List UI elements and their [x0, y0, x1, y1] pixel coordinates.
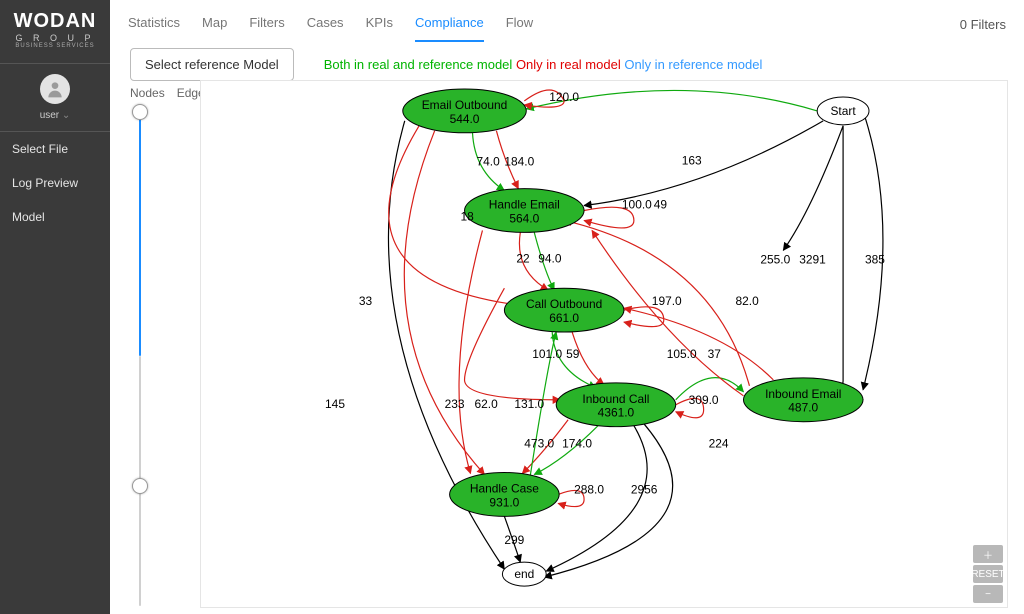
zoom-out-button[interactable]: − — [973, 585, 1003, 603]
process-graph: Start Email Outbound544.0 Handle Email564.… — [201, 81, 1007, 607]
graph-canvas[interactable]: Start Email Outbound544.0 Handle Email564.… — [200, 80, 1008, 608]
tab-filters[interactable]: Filters — [249, 15, 284, 42]
graph-edge — [863, 111, 883, 390]
graph-node-label: end — [514, 567, 534, 581]
tab-compliance[interactable]: Compliance — [415, 15, 484, 42]
graph-node-label: Handle Email — [489, 198, 560, 212]
sidebar-item-log-preview[interactable]: Log Preview — [0, 166, 110, 200]
graph-edge-label: 131.0 — [514, 397, 544, 411]
select-reference-model-button[interactable]: Select reference Model — [130, 48, 294, 81]
graph-node-value: 661.0 — [549, 311, 579, 325]
tab-cases[interactable]: Cases — [307, 15, 344, 42]
graph-node-value: 544.0 — [450, 112, 480, 126]
zoom-reset-button[interactable]: RESET — [973, 565, 1003, 583]
graph-edge-label: 59 — [566, 347, 580, 361]
legend-both: Both in real and reference model — [324, 57, 513, 72]
graph-edge — [823, 126, 863, 400]
brand-sub: G R O U P — [6, 33, 104, 43]
tab-map[interactable]: Map — [202, 15, 227, 42]
graph-node-value: 931.0 — [489, 495, 519, 509]
tool-row: Select reference Model Both in real and … — [130, 48, 1008, 81]
graph-edge-label: 197.0 — [652, 294, 682, 308]
zoom-in-button[interactable]: ＋ — [973, 545, 1003, 563]
graph-edge — [459, 230, 482, 473]
graph-edge-label: 233 — [445, 397, 465, 411]
brand-logo: WODAN G R O U P BUSINESS SERVICES — [0, 0, 110, 63]
brand-name: WODAN — [6, 10, 104, 33]
graph-edge-label: 3291 — [799, 252, 826, 266]
slider-panel: Nodes Edges 0.109 — [130, 86, 194, 606]
topbar: Statistics Map Filters Cases KPIs Compli… — [110, 0, 1024, 42]
tab-statistics[interactable]: Statistics — [128, 15, 180, 42]
graph-edge — [404, 131, 484, 475]
graph-edge-label: 82.0 — [736, 294, 760, 308]
sidebar-item-model[interactable]: Model — [0, 200, 110, 234]
avatar-username: user — [40, 110, 71, 121]
legend-real: Only in real model — [516, 57, 621, 72]
zoom-controls: ＋ RESET − — [973, 545, 1003, 603]
edges-slider-thumb[interactable] — [132, 478, 148, 494]
graph-edge-label: 94.0 — [538, 251, 562, 265]
graph-edge-label: 145 — [325, 397, 345, 411]
graph-edge-label: 184.0 — [504, 155, 534, 169]
graph-edge-label: 163 — [682, 154, 702, 168]
tab-flow[interactable]: Flow — [506, 15, 533, 42]
brand-tag: BUSINESS SERVICES — [6, 43, 104, 49]
graph-node-label: Inbound Email — [765, 387, 841, 401]
graph-node-label: Email Outbound — [422, 98, 508, 112]
graph-edge-label: 309.0 — [689, 393, 719, 407]
graph-node-label: Handle Case — [470, 481, 539, 495]
graph-node-label: Call Outbound — [526, 297, 602, 311]
avatar-block[interactable]: user — [0, 63, 110, 132]
graph-edge-label: 62.0 — [474, 397, 498, 411]
graph-node-value: 487.0 — [788, 401, 818, 415]
graph-edge-label: 224 — [709, 437, 729, 451]
graph-edge — [584, 121, 823, 206]
graph-edge-label: 2956 — [631, 482, 658, 496]
tabs: Statistics Map Filters Cases KPIs Compli… — [128, 15, 533, 42]
nodes-slider-label: Nodes — [130, 86, 165, 100]
edges-slider[interactable] — [130, 356, 150, 606]
graph-edge-label: 473.0 — [524, 437, 554, 451]
graph-edge-label: 288.0 — [574, 482, 604, 496]
graph-edge-label: 120.0 — [549, 90, 579, 104]
graph-edge-label: 33 — [359, 294, 373, 308]
graph-edge — [624, 308, 773, 380]
graph-edge-label: 174.0 — [562, 437, 592, 451]
graph-edge-label: 49 — [654, 198, 668, 212]
graph-edge-label: 101.0 — [532, 347, 562, 361]
graph-edge-label: 22 — [516, 251, 530, 265]
sidebar-item-select-file[interactable]: Select File — [0, 132, 110, 166]
graph-node-label: Inbound Call — [582, 392, 649, 406]
graph-edge-label: 18 — [461, 209, 475, 223]
filters-count: 0 Filters — [960, 17, 1006, 42]
graph-edge-label: 299 — [504, 533, 524, 547]
compliance-legend: Both in real and reference model Only in… — [324, 57, 763, 72]
graph-edge-label: 105.0 — [667, 347, 697, 361]
nodes-slider[interactable] — [130, 106, 150, 356]
avatar-icon — [40, 74, 70, 104]
graph-edge-label: 37 — [708, 347, 722, 361]
nodes-slider-thumb[interactable] — [132, 104, 148, 120]
graph-edge — [783, 126, 843, 251]
tab-kpis[interactable]: KPIs — [366, 15, 393, 42]
sidebar: WODAN G R O U P BUSINESS SERVICES user S… — [0, 0, 110, 614]
graph-edge-label: 74.0 — [476, 155, 500, 169]
graph-edge-label: 255.0 — [760, 252, 790, 266]
graph-node-value: 4361.0 — [598, 406, 635, 420]
graph-edge-label: 100.0 — [622, 198, 652, 212]
legend-ref: Only in reference model — [624, 57, 762, 72]
graph-edge-label: 385 — [865, 252, 885, 266]
graph-node-label: Start — [830, 104, 856, 118]
graph-node-value: 564.0 — [509, 211, 539, 225]
